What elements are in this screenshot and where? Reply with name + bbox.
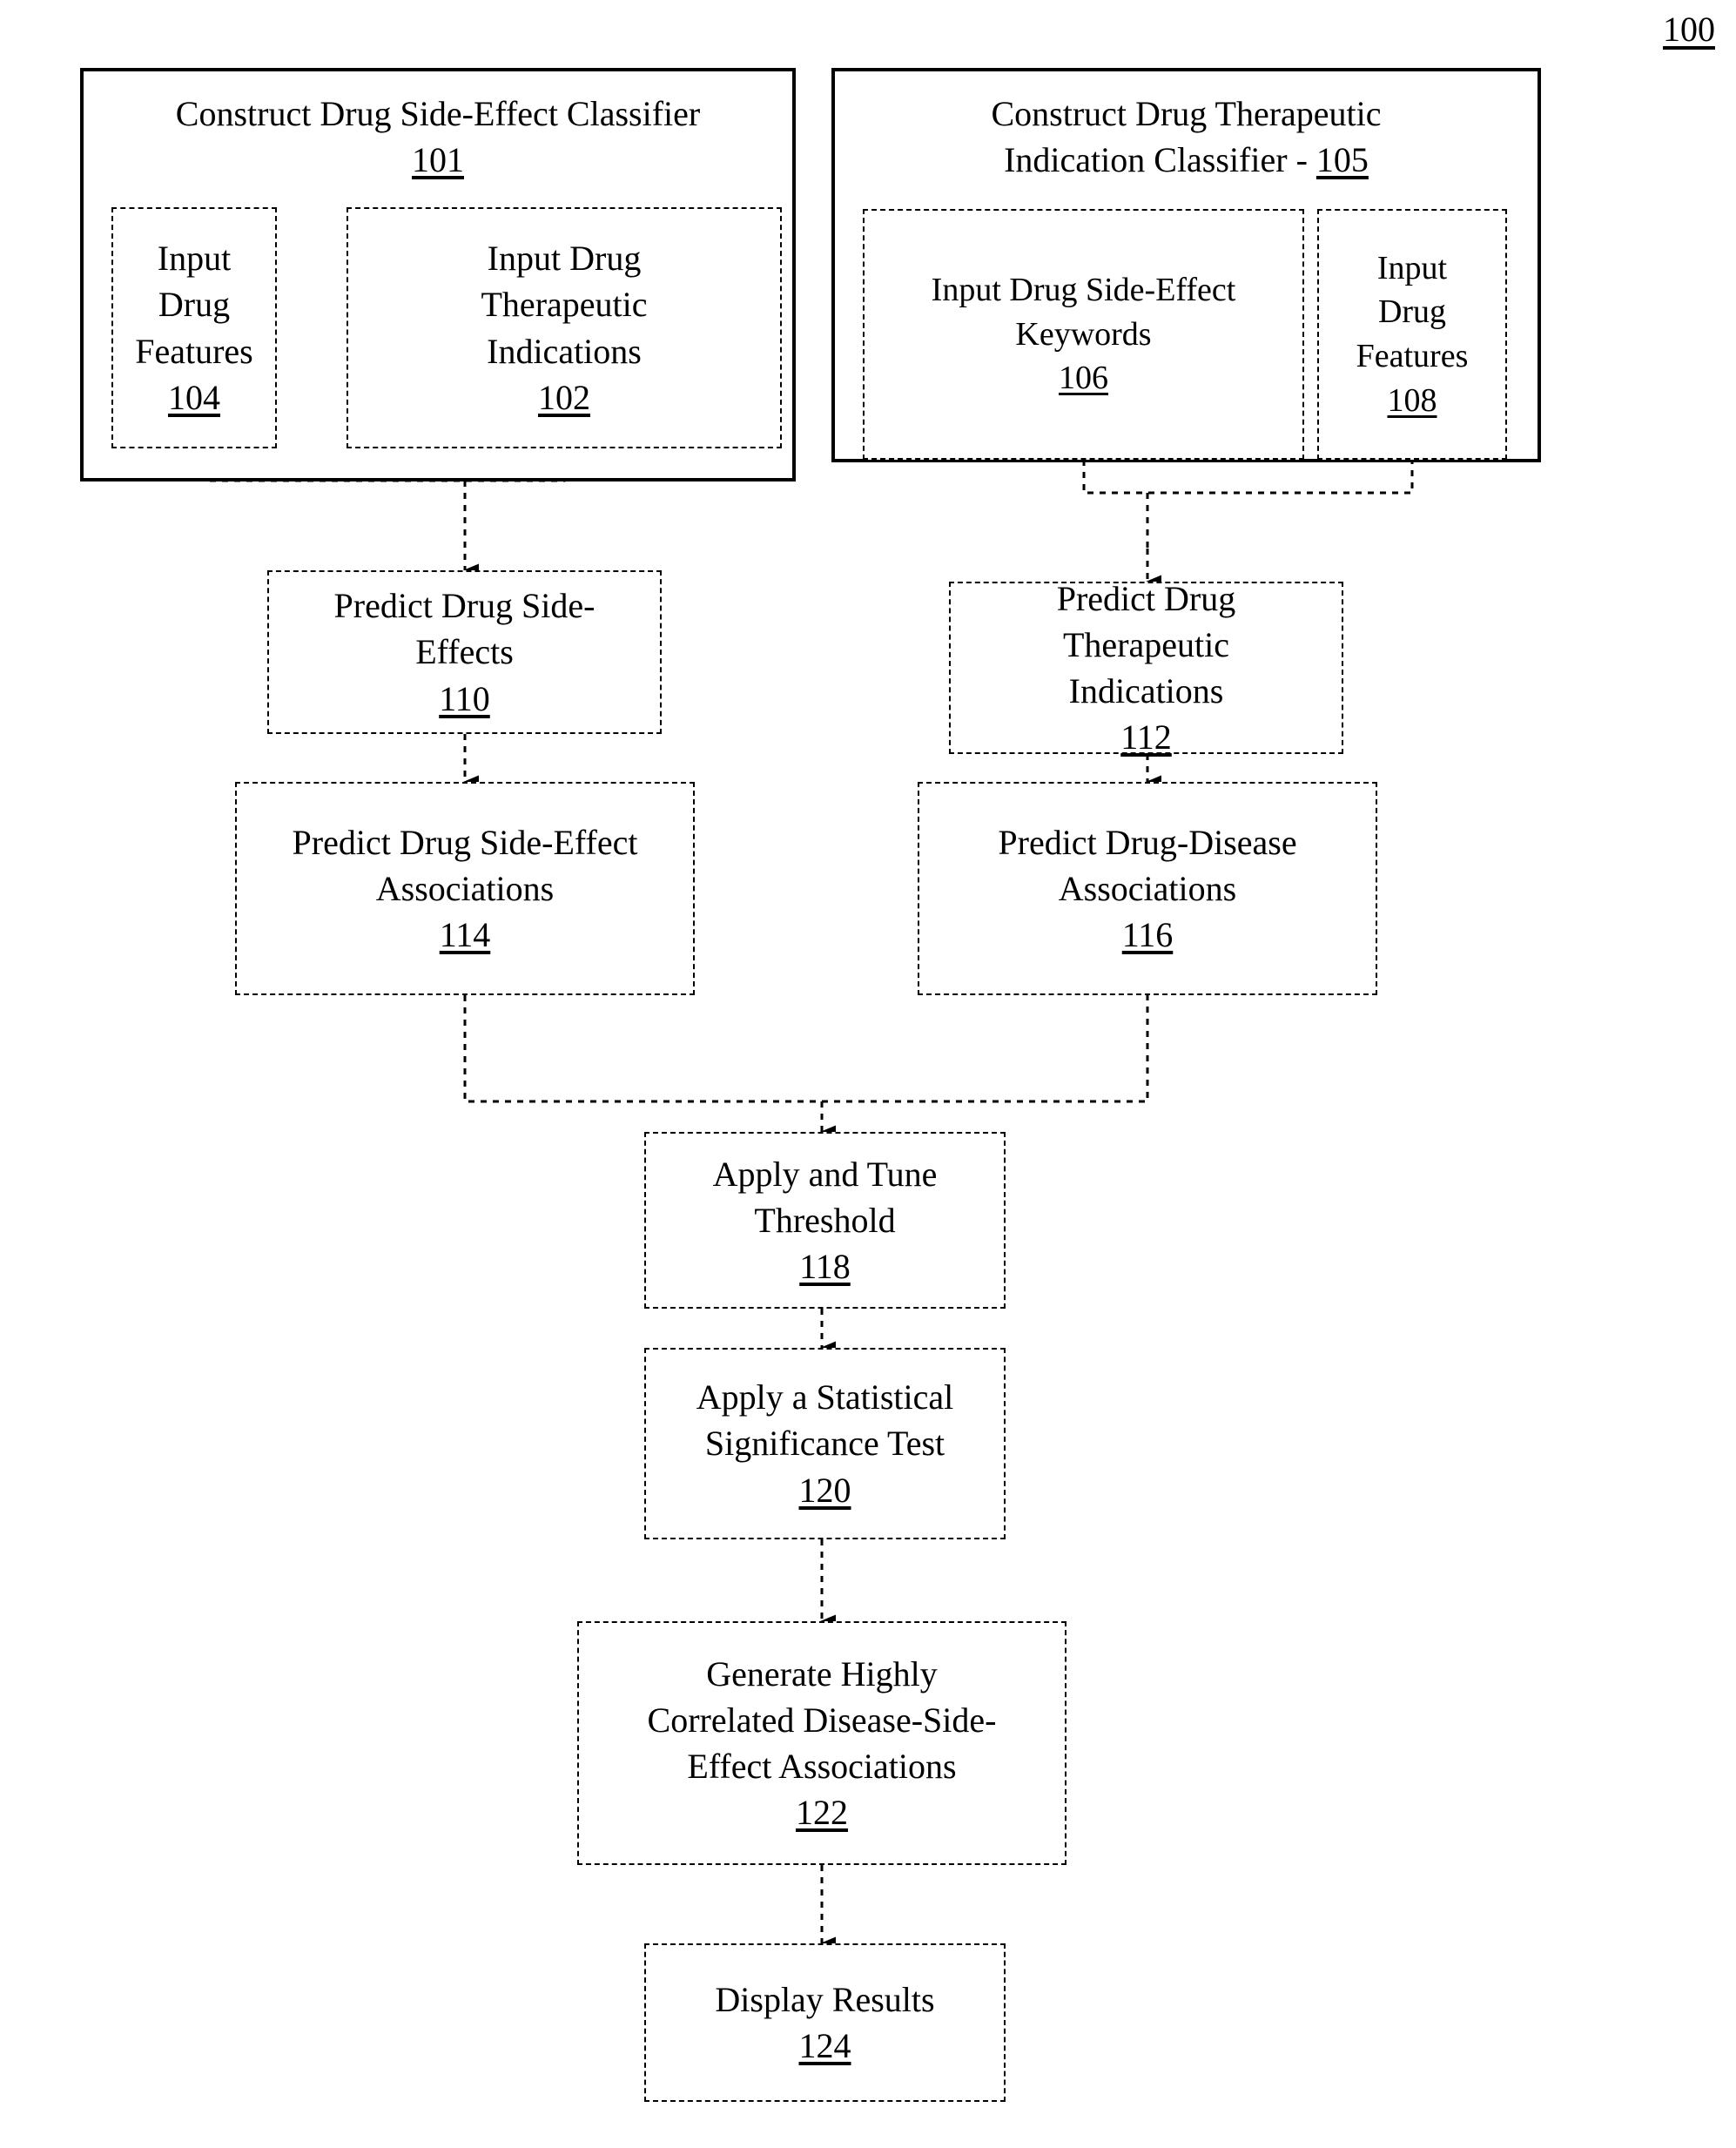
predict-drug-disease-associations-116-box[interactable]: Predict Drug-Disease Associations 116 — [918, 782, 1377, 995]
predict-drug-side-effect-associations-114-box[interactable]: Predict Drug Side-Effect Associations 11… — [235, 782, 695, 995]
predict-drug-therapeutic-indications-112-box[interactable]: Predict Drug Therapeutic Indications 112 — [949, 579, 1343, 757]
classifier-105-title: Construct Drug Therapeutic Indication Cl… — [991, 94, 1382, 180]
wire-right-merge — [1082, 460, 1414, 495]
input-drug-features-104-box[interactable]: Input Drug Features 104 — [111, 207, 277, 448]
apply-statistical-significance-test-120-box[interactable]: Apply a Statistical Significance Test 12… — [644, 1348, 1006, 1539]
apply-and-tune-threshold-118-box[interactable]: Apply and Tune Threshold 118 — [644, 1132, 1006, 1309]
generate-correlated-disease-side-effect-associations-122-box[interactable]: Generate Highly Correlated Disease-Side-… — [577, 1621, 1066, 1865]
predict-drug-side-effects-110-box[interactable]: Predict Drug Side- Effects 110 — [267, 570, 662, 734]
input-drug-therapeutic-indications-102-box[interactable]: Input Drug Therapeutic Indications 102 — [347, 207, 782, 448]
input-drug-side-effect-keywords-106-box[interactable]: Input Drug Side-Effect Keywords 106 — [863, 209, 1304, 460]
figure-canvas: 100 Construct Drug Side-Effect Classifie… — [0, 0, 1736, 2148]
wire-merge-114-116 — [463, 995, 1149, 1103]
classifier-101-title: Construct Drug Side-Effect Classifier 10… — [175, 94, 701, 180]
input-drug-features-108-box[interactable]: Input Drug Features 108 — [1317, 209, 1507, 460]
figure-number-label: 100 — [1663, 10, 1715, 49]
display-results-124-box[interactable]: Display Results 124 — [644, 1943, 1006, 2102]
